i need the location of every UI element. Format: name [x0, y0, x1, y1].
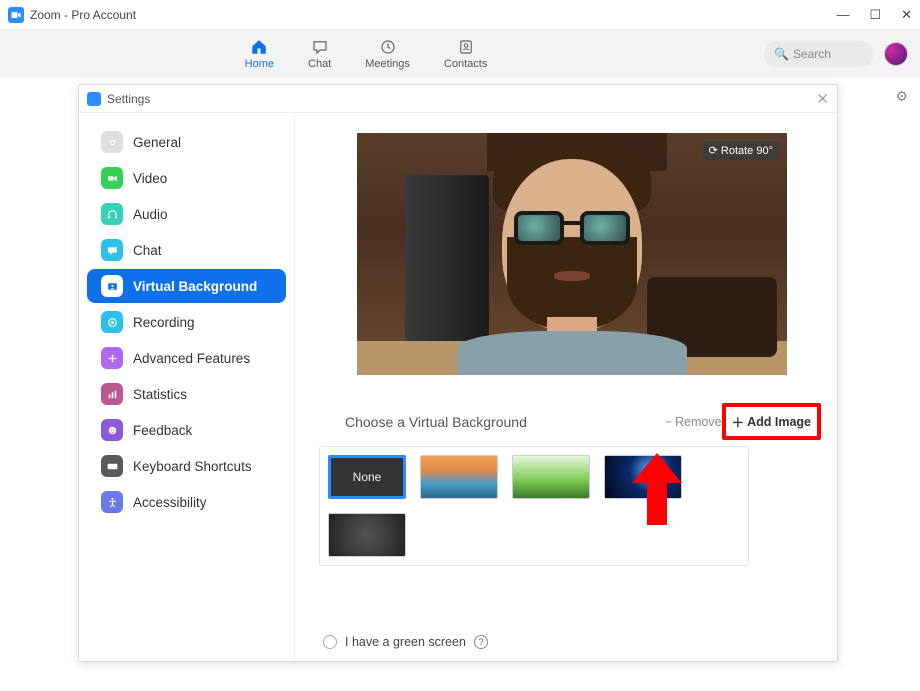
minus-icon: −: [665, 415, 672, 429]
clock-icon: [378, 38, 398, 56]
main-nav: Home Chat Meetings Contacts: [245, 38, 488, 70]
green-screen-label: I have a green screen: [345, 635, 466, 649]
sidebar-item-keyboard-shortcuts[interactable]: Keyboard Shortcuts: [87, 449, 286, 483]
nav-home[interactable]: Home: [245, 38, 274, 70]
gear-icon: [101, 131, 123, 153]
background-thumb-grass[interactable]: [512, 455, 590, 499]
sidebar-item-label: Recording: [133, 315, 195, 330]
sidebar-item-label: Virtual Background: [133, 279, 257, 294]
window-title: Zoom - Pro Account: [30, 8, 136, 22]
plus-icon: [101, 347, 123, 369]
close-icon[interactable]: ✕: [816, 90, 829, 108]
sidebar-item-label: Accessibility: [133, 495, 207, 510]
thumb-label: None: [353, 470, 382, 484]
zoom-app-icon: [87, 92, 101, 106]
nav-contacts[interactable]: Contacts: [444, 38, 487, 70]
remove-button[interactable]: − Remove: [665, 415, 722, 429]
sidebar-item-label: Feedback: [133, 423, 192, 438]
video-icon: [101, 167, 123, 189]
annotation-highlight: [722, 403, 821, 440]
help-icon[interactable]: ?: [474, 635, 488, 649]
close-button[interactable]: ✕: [901, 7, 912, 23]
section-title: Choose a Virtual Background: [345, 414, 527, 430]
nav-meetings[interactable]: Meetings: [365, 38, 410, 70]
video-preview: ⟳ Rotate 90°: [357, 133, 787, 375]
sidebar-item-chat[interactable]: Chat: [87, 233, 286, 267]
annotation-arrow: [632, 453, 682, 525]
nav-label: Meetings: [365, 58, 410, 70]
nav-label: Chat: [308, 58, 331, 70]
background-thumb-bridge[interactable]: [420, 455, 498, 499]
contacts-icon: [456, 38, 476, 56]
sidebar-item-recording[interactable]: Recording: [87, 305, 286, 339]
settings-sidebar: General Video Audio Chat Virtual Backgro…: [79, 113, 295, 661]
sidebar-item-label: Keyboard Shortcuts: [133, 459, 252, 474]
rotate-icon: ⟳: [709, 144, 718, 157]
sidebar-item-accessibility[interactable]: Accessibility: [87, 485, 286, 519]
sidebar-item-label: Chat: [133, 243, 162, 258]
background-thumb-dark[interactable]: [328, 513, 406, 557]
window-titlebar: Zoom - Pro Account — ☐ ✕: [0, 0, 920, 30]
rotate-button[interactable]: ⟳ Rotate 90°: [703, 141, 779, 160]
settings-title: Settings: [107, 92, 150, 106]
gear-icon[interactable]: ⚙: [895, 88, 908, 105]
sidebar-item-virtual-background[interactable]: Virtual Background: [87, 269, 286, 303]
sidebar-item-label: Statistics: [133, 387, 187, 402]
search-input[interactable]: 🔍 Search: [764, 41, 874, 67]
sidebar-item-video[interactable]: Video: [87, 161, 286, 195]
chat-icon: [101, 239, 123, 261]
background-thumb-none[interactable]: None: [328, 455, 406, 499]
sidebar-item-label: Audio: [133, 207, 168, 222]
sidebar-item-statistics[interactable]: Statistics: [87, 377, 286, 411]
chat-icon: [310, 38, 330, 56]
nav-label: Contacts: [444, 58, 487, 70]
settings-content: ⟳ Rotate 90° Choose a Virtual Background…: [295, 113, 837, 661]
chart-icon: [101, 383, 123, 405]
background-thumbnail-grid: None: [319, 446, 749, 566]
settings-panel-header: Settings ✕: [79, 85, 837, 113]
zoom-app-icon: [8, 7, 24, 23]
sidebar-item-label: Video: [133, 171, 167, 186]
record-icon: [101, 311, 123, 333]
rotate-label: Rotate 90°: [721, 145, 773, 157]
minimize-button[interactable]: —: [836, 7, 849, 23]
avatar[interactable]: [884, 42, 908, 66]
smile-icon: [101, 419, 123, 441]
sidebar-item-label: General: [133, 135, 181, 150]
main-header: Home Chat Meetings Contacts 🔍 Search: [0, 30, 920, 78]
sidebar-item-audio[interactable]: Audio: [87, 197, 286, 231]
search-icon: 🔍: [774, 47, 789, 61]
sidebar-item-label: Advanced Features: [133, 351, 250, 366]
sidebar-item-advanced-features[interactable]: Advanced Features: [87, 341, 286, 375]
green-screen-checkbox[interactable]: [323, 635, 337, 649]
home-icon: [249, 38, 269, 56]
remove-label: Remove: [675, 415, 722, 429]
sidebar-item-general[interactable]: General: [87, 125, 286, 159]
search-placeholder: Search: [793, 47, 831, 61]
virtual-background-icon: [101, 275, 123, 297]
maximize-button[interactable]: ☐: [869, 7, 881, 23]
nav-label: Home: [245, 58, 274, 70]
sidebar-item-feedback[interactable]: Feedback: [87, 413, 286, 447]
keyboard-icon: [101, 455, 123, 477]
settings-panel: Settings ✕ General Video Audio Chat Virt…: [78, 84, 838, 662]
headphones-icon: [101, 203, 123, 225]
accessibility-icon: [101, 491, 123, 513]
nav-chat[interactable]: Chat: [308, 38, 331, 70]
